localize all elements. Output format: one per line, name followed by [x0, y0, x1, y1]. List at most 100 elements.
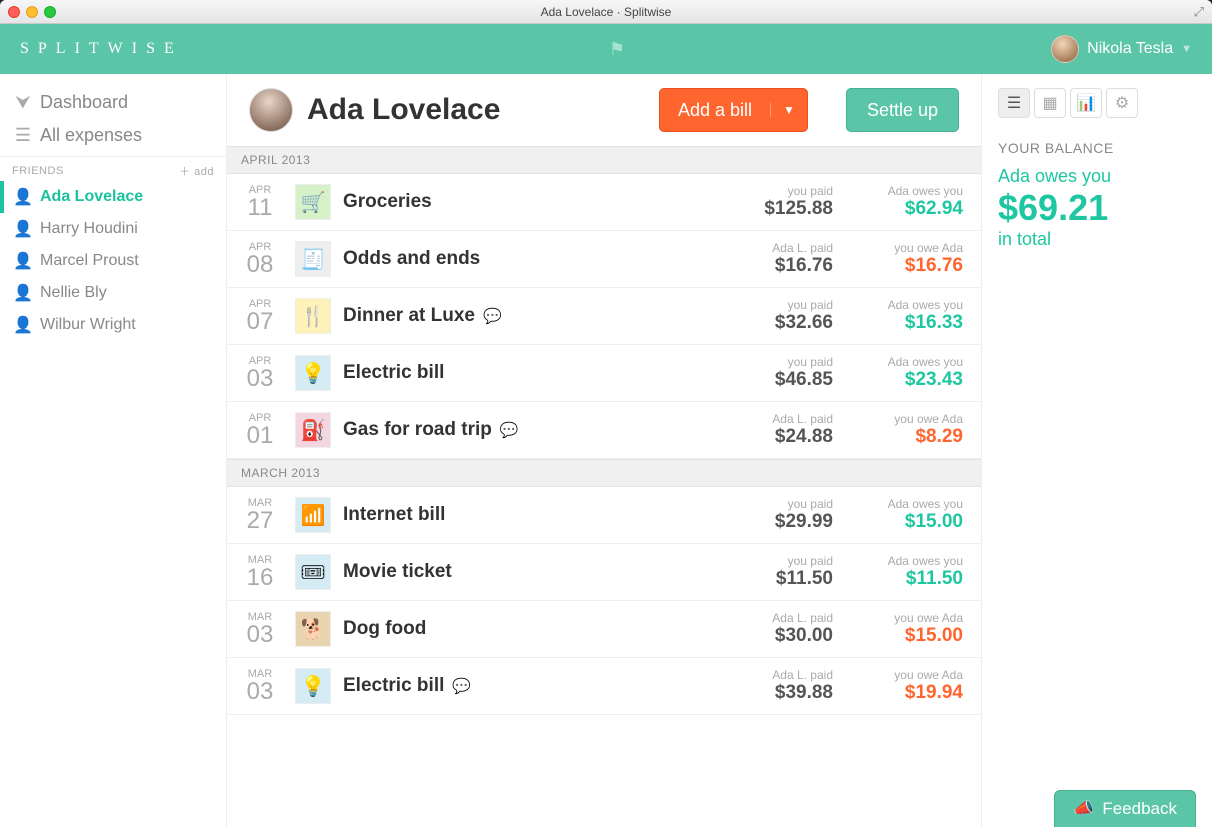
user-menu[interactable]: Nikola Tesla ▼ [1051, 35, 1192, 63]
expense-description: Groceries [343, 191, 703, 213]
paid-column: you paid$125.88 [703, 184, 833, 220]
paid-column: you paid$11.50 [703, 554, 833, 590]
right-panel: ☰ ▦ 📊 ⚙ YOUR BALANCE Ada owes you $69.21… [982, 74, 1212, 827]
sidebar-dashboard-label: Dashboard [40, 92, 128, 113]
expense-row[interactable]: APR08🧾Odds and endsAda L. paid$16.76you … [227, 231, 981, 288]
sidebar-friend-item[interactable]: 👤Harry Houdini [0, 213, 226, 245]
category-icon: 🍴 [295, 298, 331, 334]
expense-date: APR01 [237, 412, 283, 448]
comment-icon: 💬 [483, 307, 502, 325]
expense-row[interactable]: MAR27📶Internet billyou paid$29.99Ada owe… [227, 487, 981, 544]
settle-up-label: Settle up [867, 100, 938, 121]
list-view-button[interactable]: ☰ [998, 88, 1030, 118]
sidebar-friend-item[interactable]: 👤 Ada Lovelace [0, 181, 226, 213]
expense-row[interactable]: APR07🍴Dinner at Luxe 💬you paid$32.66Ada … [227, 288, 981, 345]
expense-date: MAR27 [237, 497, 283, 533]
expense-description: Internet bill [343, 504, 703, 526]
expense-row[interactable]: APR03💡Electric billyou paid$46.85Ada owe… [227, 345, 981, 402]
paid-column: you paid$32.66 [703, 298, 833, 334]
person-icon: 👤 [14, 219, 32, 239]
person-icon: 👤 [14, 283, 32, 303]
window-titlebar: Ada Lovelace · Splitwise ⤢ [0, 0, 1212, 24]
friend-name-label: Nellie Bly [40, 284, 107, 302]
sidebar-all-expenses[interactable]: ☰ All expenses [0, 119, 226, 152]
app-topbar: SPLITWISE ⚑ Nikola Tesla ▼ [0, 24, 1212, 74]
window-title: Ada Lovelace · Splitwise [541, 5, 672, 19]
sidebar-friend-item[interactable]: 👤 Nellie Bly [0, 277, 226, 309]
expense-row[interactable]: APR01⛽Gas for road trip 💬Ada L. paid$24.… [227, 402, 981, 459]
add-bill-button[interactable]: Add a bill ▼ [659, 88, 808, 132]
brand-logo[interactable]: SPLITWISE [20, 40, 183, 58]
view-switcher: ☰ ▦ 📊 ⚙ [998, 88, 1196, 118]
expense-date: MAR16 [237, 554, 283, 590]
friends-header-label: FRIENDS [12, 165, 64, 177]
sidebar-dashboard[interactable]: ⮟ Dashboard [0, 86, 226, 119]
traffic-lights [8, 6, 56, 18]
sidebar-friends-header: FRIENDS ＋ add [0, 156, 226, 181]
category-icon: 🐕 [295, 611, 331, 647]
zoom-window-button[interactable] [44, 6, 56, 18]
paid-column: you paid$46.85 [703, 355, 833, 391]
expense-description: Dog food [343, 618, 703, 640]
settle-up-button[interactable]: Settle up [846, 88, 959, 132]
person-icon: 👤 [14, 315, 32, 335]
paid-column: you paid$29.99 [703, 497, 833, 533]
main-panel: Ada Lovelace Add a bill ▼ Settle up APRI… [226, 74, 982, 827]
expense-date: APR11 [237, 184, 283, 220]
person-icon: 👤 [14, 187, 32, 207]
sidebar-friend-item[interactable]: 👤Marcel Proust [0, 245, 226, 277]
expense-date: APR08 [237, 241, 283, 277]
balance-line: Ada owes you [998, 166, 1196, 187]
comment-icon: 💬 [500, 421, 519, 439]
expense-description: Odds and ends [343, 248, 703, 270]
add-friend-button[interactable]: ＋ add [179, 163, 214, 179]
owe-column: you owe Ada$15.00 [833, 611, 963, 647]
feedback-label: Feedback [1102, 799, 1177, 819]
page-title: Ada Lovelace [307, 93, 500, 127]
user-name: Nikola Tesla [1087, 40, 1173, 58]
close-window-button[interactable] [8, 6, 20, 18]
main-header: Ada Lovelace Add a bill ▼ Settle up [227, 74, 981, 146]
expense-description: Electric bill 💬 [343, 675, 703, 697]
add-bill-label: Add a bill [660, 100, 770, 121]
sidebar-friend-item[interactable]: 👤 Wilbur Wright [0, 309, 226, 341]
minimize-window-button[interactable] [26, 6, 38, 18]
expense-date: MAR03 [237, 611, 283, 647]
avatar [1051, 35, 1079, 63]
expense-description: Gas for road trip 💬 [343, 419, 703, 441]
friend-name-label: Marcel Proust [40, 252, 139, 270]
paid-column: Ada L. paid$16.76 [703, 241, 833, 277]
comment-icon: 💬 [452, 677, 471, 695]
expense-description: Dinner at Luxe 💬 [343, 305, 703, 327]
calendar-view-button[interactable]: ▦ [1034, 88, 1066, 118]
balance-header: YOUR BALANCE [998, 140, 1196, 156]
list-icon: ☰ [14, 125, 32, 146]
owe-column: Ada owes you$62.94 [833, 184, 963, 220]
expense-row[interactable]: MAR16🎟Movie ticketyou paid$11.50Ada owes… [227, 544, 981, 601]
expense-description: Electric bill [343, 362, 703, 384]
fullscreen-icon[interactable]: ⤢ [1194, 4, 1204, 20]
owe-column: you owe Ada$19.94 [833, 668, 963, 704]
owe-column: Ada owes you$23.43 [833, 355, 963, 391]
balance-amount: $69.21 [998, 187, 1196, 229]
paid-column: Ada L. paid$39.88 [703, 668, 833, 704]
expense-date: MAR03 [237, 668, 283, 704]
category-icon: 📶 [295, 497, 331, 533]
sidebar-all-expenses-label: All expenses [40, 125, 142, 146]
expense-row[interactable]: MAR03💡Electric bill 💬Ada L. paid$39.88yo… [227, 658, 981, 715]
balance-sub: in total [998, 229, 1196, 250]
expense-row[interactable]: APR11🛒Groceriesyou paid$125.88Ada owes y… [227, 174, 981, 231]
settings-button[interactable]: ⚙ [1106, 88, 1138, 118]
flag-icon[interactable]: ⚑ [183, 39, 1051, 60]
month-header: APRIL 2013 [227, 146, 981, 174]
add-bill-dropdown[interactable]: ▼ [770, 103, 807, 117]
feedback-button[interactable]: 📣 Feedback [1054, 790, 1196, 827]
expense-row[interactable]: MAR03🐕Dog foodAda L. paid$30.00you owe A… [227, 601, 981, 658]
friend-avatar [249, 88, 293, 132]
sidebar: ⮟ Dashboard ☰ All expenses FRIENDS ＋ add… [0, 74, 226, 827]
expense-description: Movie ticket [343, 561, 703, 583]
friend-name-label: Wilbur Wright [40, 316, 136, 334]
chart-view-button[interactable]: 📊 [1070, 88, 1102, 118]
friend-name-label: Ada Lovelace [40, 188, 143, 206]
category-icon: ⛽ [295, 412, 331, 448]
